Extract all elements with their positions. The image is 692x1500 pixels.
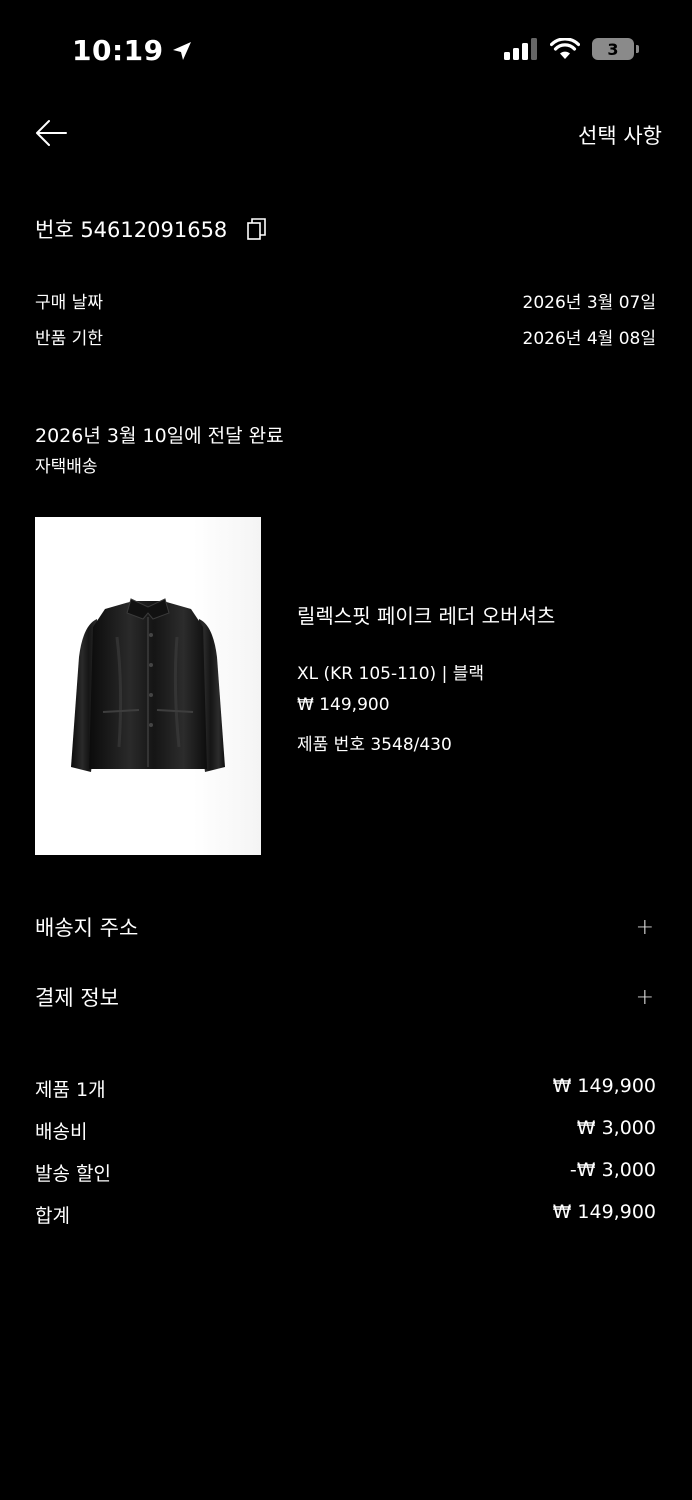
summary-total-value: ₩ 149,900: [552, 1201, 656, 1223]
return-deadline-row: 반품 기한 2026년 4월 08일: [35, 324, 656, 349]
summary-total-row: 합계 ₩ 149,900: [35, 1201, 656, 1228]
order-number-row: 번호 54612091658: [35, 214, 267, 244]
wifi-icon: [550, 38, 580, 59]
summary-discount-row: 발송 할인 -₩ 3,000: [35, 1159, 656, 1186]
summary-items-value: ₩ 149,900: [552, 1075, 656, 1097]
summary-shipping-row: 배송비 ₩ 3,000: [35, 1117, 656, 1144]
status-time-text: 10:19: [72, 34, 164, 67]
summary-discount-label: 발송 할인: [35, 1163, 111, 1185]
order-number: 번호 54612091658: [35, 218, 228, 242]
purchase-date-label: 구매 날짜: [35, 293, 103, 313]
plus-icon: +: [635, 984, 654, 1010]
return-deadline-value: 2026년 4월 08일: [522, 329, 656, 349]
battery-icon: 3: [592, 38, 639, 60]
status-indicators: 3: [504, 38, 639, 60]
plus-icon: +: [635, 914, 654, 940]
shipping-address-label: 배송지 주소: [35, 916, 139, 940]
arrow-left-icon: [36, 120, 67, 146]
summary-shipping-label: 배송비: [35, 1121, 88, 1143]
purchase-date-row: 구매 날짜 2026년 3월 07일: [35, 288, 656, 313]
back-button[interactable]: [34, 118, 68, 148]
options-button[interactable]: 선택 사항: [578, 120, 662, 150]
product-number: 제품 번호 3548/430: [297, 735, 452, 755]
status-time: 10:19: [72, 34, 194, 67]
summary-items-row: 제품 1개 ₩ 149,900: [35, 1075, 656, 1102]
location-arrow-icon: [172, 41, 191, 60]
purchase-date-value: 2026년 3월 07일: [522, 293, 656, 313]
shipping-address-toggle[interactable]: 배송지 주소 +: [35, 912, 654, 942]
summary-discount-value: -₩ 3,000: [569, 1159, 656, 1181]
delivery-status: 2026년 3월 10일에 전달 완료: [35, 425, 284, 447]
return-deadline-label: 반품 기한: [35, 329, 103, 349]
cellular-signal-icon: [504, 38, 537, 60]
product-size-color: XL (KR 105-110) | 블랙: [297, 664, 484, 684]
product-name[interactable]: 릴렉스핏 페이크 레더 오버셔츠: [297, 600, 555, 629]
summary-items-label: 제품 1개: [35, 1079, 106, 1101]
leather-jacket-image: [71, 598, 225, 772]
payment-info-toggle[interactable]: 결제 정보 +: [35, 982, 654, 1012]
payment-info-label: 결제 정보: [35, 986, 119, 1010]
summary-shipping-value: ₩ 3,000: [576, 1117, 656, 1139]
product-image[interactable]: [35, 517, 261, 855]
delivery-method: 자택배송: [35, 457, 98, 477]
battery-level: 3: [607, 39, 619, 59]
summary-total-label: 합계: [35, 1205, 70, 1227]
copy-icon[interactable]: [247, 217, 267, 241]
product-price: ₩ 149,900: [297, 695, 390, 715]
